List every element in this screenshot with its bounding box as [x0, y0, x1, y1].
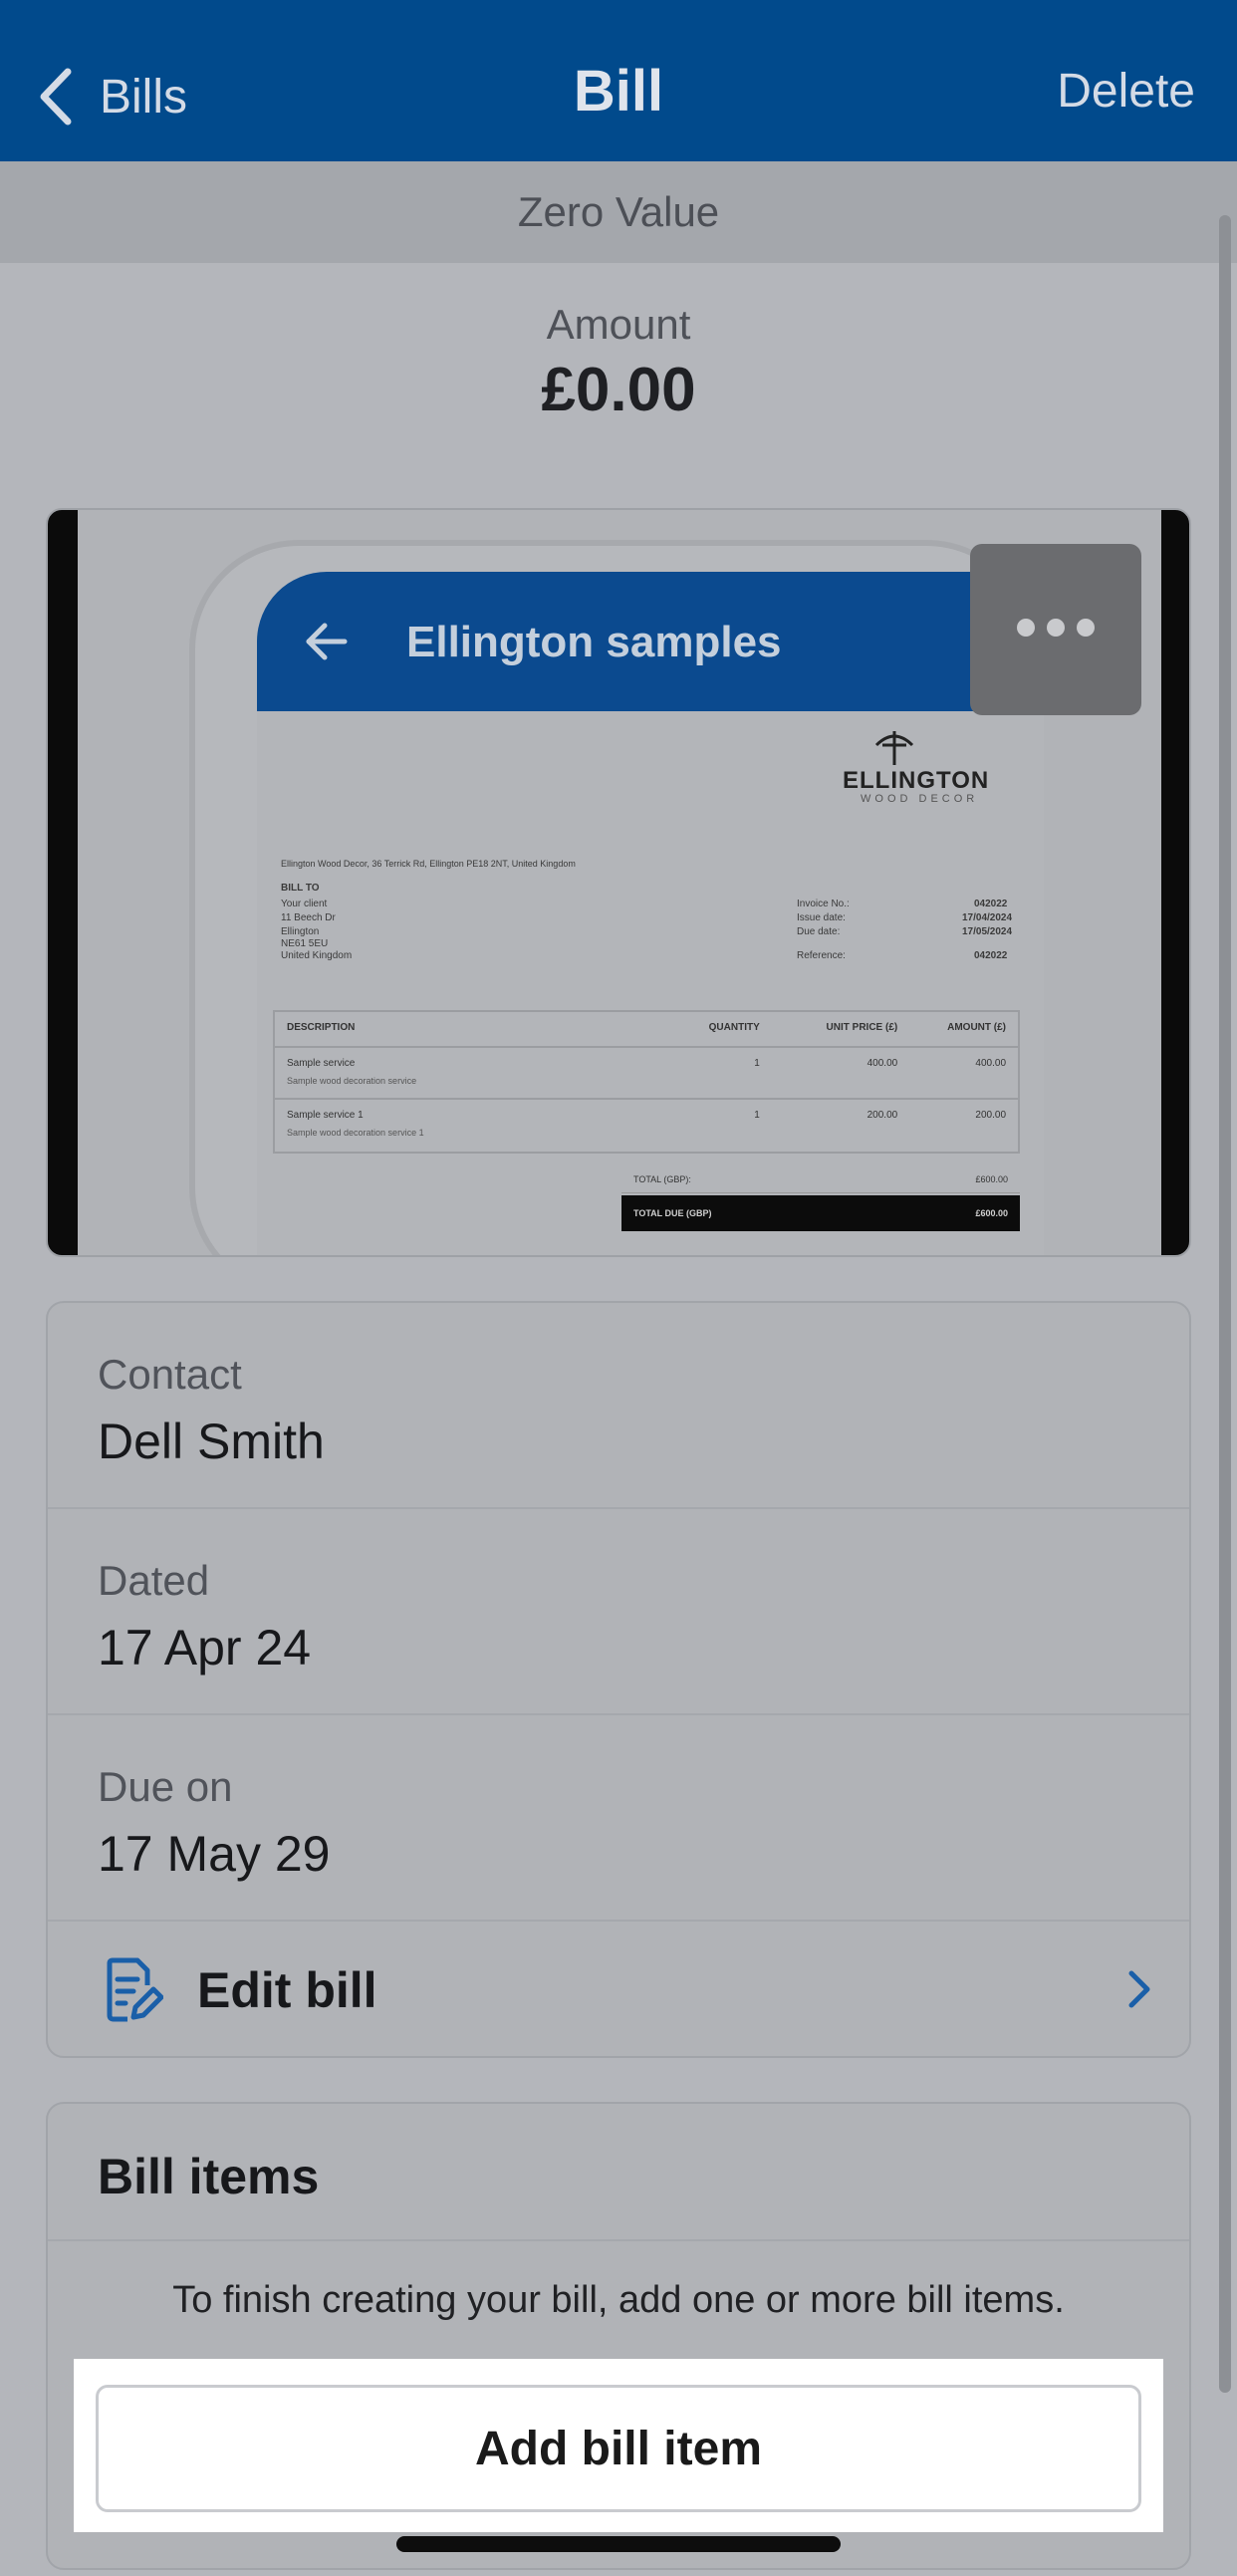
status-banner: Zero Value: [0, 161, 1237, 263]
home-indicator[interactable]: [396, 2536, 841, 2552]
total-value: £600.00: [975, 1173, 1008, 1184]
total-due-label: TOTAL DUE (GBP): [633, 1208, 712, 1218]
contact-value: Dell Smith: [98, 1414, 325, 1469]
more-options-button[interactable]: [970, 544, 1141, 715]
nav-bar: Bills Bill Delete: [0, 0, 1237, 161]
meta-value: 042022: [974, 950, 1008, 961]
logo-name: ELLINGTON: [843, 767, 990, 794]
page-title: Bill: [573, 59, 664, 124]
meta-label: Issue date:: [797, 912, 846, 923]
ellipsis-icon: [1011, 618, 1101, 642]
col-unit-price: UNIT PRICE (£): [826, 1022, 898, 1033]
contact-label: Contact: [98, 1351, 242, 1398]
bill-to-line: United Kingdom: [281, 950, 353, 961]
due-on-value: 17 May 29: [98, 1826, 331, 1882]
umbrella-logo-icon: [874, 731, 914, 765]
bill-to-line: Your client: [281, 899, 328, 909]
invoice-table: DESCRIPTION QUANTITY UNIT PRICE (£) AMOU…: [273, 1010, 1020, 1154]
logo-subtitle: WOOD DECOR: [861, 793, 979, 805]
meta-value: 17/05/2024: [962, 926, 1013, 937]
total-label: TOTAL (GBP):: [633, 1173, 691, 1184]
preview-header: Ellington samples: [257, 572, 1044, 711]
row-quantity: 1: [754, 1110, 760, 1121]
total-row: TOTAL (GBP): £600.00: [621, 1165, 1020, 1193]
arrow-left-icon: [306, 623, 348, 660]
total-due-row: TOTAL DUE (GBP) £600.00: [621, 1195, 1020, 1231]
edit-bill-row[interactable]: Edit bill: [48, 1922, 1189, 2057]
bill-to-heading: BILL TO: [281, 883, 320, 894]
table-row: Sample service 1 1 200.00 200.00 Sample …: [275, 1100, 1018, 1152]
meta-value: 042022: [974, 899, 1008, 909]
bill-items-title: Bill items: [98, 2149, 320, 2204]
dated-label: Dated: [98, 1557, 210, 1604]
edit-bill-label: Edit bill: [197, 1962, 377, 2018]
bill-to-line: 11 Beech Dr: [281, 912, 336, 923]
row-amount: 200.00: [975, 1110, 1007, 1121]
due-on-label: Due on: [98, 1763, 233, 1810]
meta-label: Reference:: [797, 950, 846, 961]
due-on-row[interactable]: Due on 17 May 29: [48, 1715, 1189, 1922]
table-row: Sample service 1 400.00 400.00 Sample wo…: [275, 1048, 1018, 1100]
row-unit-price: 200.00: [866, 1110, 898, 1121]
contact-row[interactable]: Contact Dell Smith: [48, 1303, 1189, 1509]
meta-label: Invoice No.:: [797, 899, 850, 909]
table-header-row: DESCRIPTION QUANTITY UNIT PRICE (£) AMOU…: [275, 1012, 1018, 1048]
row-amount: 400.00: [975, 1058, 1007, 1069]
meta-label: Due date:: [797, 926, 841, 937]
col-quantity: QUANTITY: [708, 1022, 760, 1033]
divider: [48, 2239, 1189, 2241]
row-subtext: Sample wood decoration service 1: [287, 1128, 424, 1138]
col-amount: AMOUNT (£): [947, 1022, 1007, 1033]
edit-document-icon: [107, 1957, 163, 2022]
preview-title: Ellington samples: [406, 618, 782, 666]
delete-button[interactable]: Delete: [1057, 64, 1195, 119]
total-due-value: £600.00: [975, 1208, 1008, 1218]
bill-to-line: NE61 5EU: [281, 938, 329, 949]
row-unit-price: 400.00: [866, 1058, 898, 1069]
from-line: Ellington Wood Decor, 36 Terrick Rd, Ell…: [281, 859, 576, 869]
scrollbar[interactable]: [1219, 215, 1231, 2393]
invoice-document: ELLINGTON WOOD DECOR Ellington Wood Deco…: [257, 711, 1044, 1255]
row-subtext: Sample wood decoration service: [287, 1076, 417, 1086]
dated-value: 17 Apr 24: [98, 1620, 312, 1675]
meta-value: 17/04/2024: [962, 912, 1013, 923]
row-quantity: 1: [754, 1058, 760, 1069]
dated-row[interactable]: Dated 17 Apr 24: [48, 1509, 1189, 1715]
amount-label: Amount: [546, 301, 691, 348]
bill-details-card: Contact Dell Smith Dated 17 Apr 24 Due o…: [46, 1301, 1191, 2058]
amount-value: £0.00: [541, 356, 696, 424]
add-bill-item-button[interactable]: Add bill item: [96, 2385, 1141, 2512]
bill-items-hint: To finish creating your bill, add one or…: [172, 2279, 1065, 2321]
col-description: DESCRIPTION: [287, 1022, 356, 1033]
chevron-right-icon: [1128, 1970, 1150, 2008]
bill-to-line: Ellington: [281, 926, 320, 937]
